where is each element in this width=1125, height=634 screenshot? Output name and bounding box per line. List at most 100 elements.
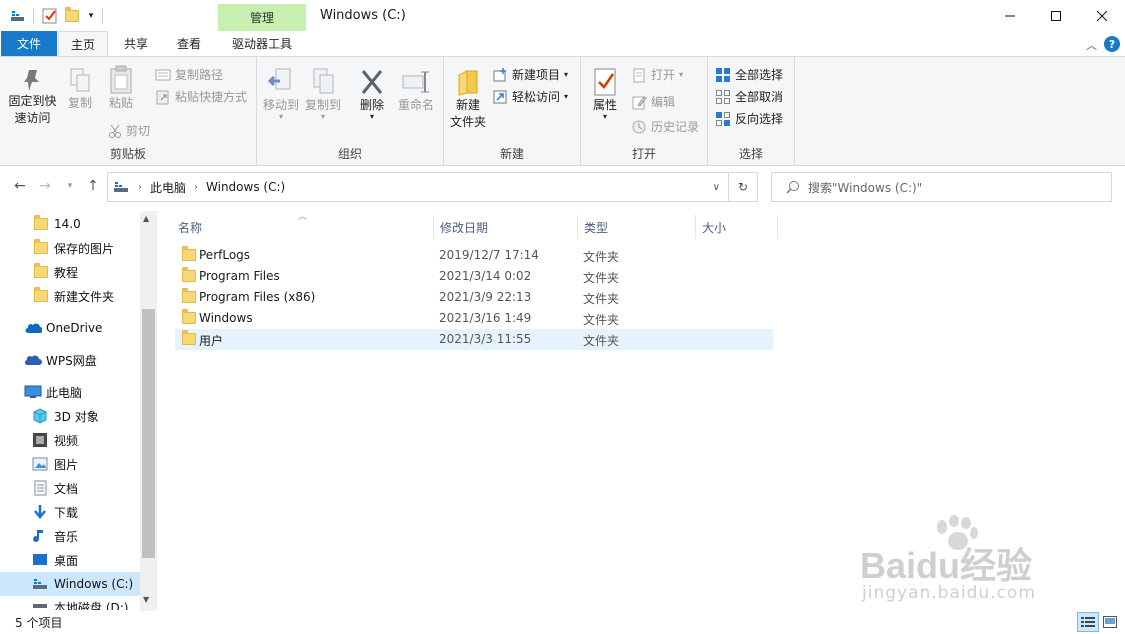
context-tab-manage[interactable]: 管理 — [218, 4, 306, 31]
pin-label-1: 固定到快 — [8, 94, 57, 108]
nav-item[interactable]: 14.0 — [0, 212, 140, 236]
properties-button[interactable]: 属性 ▾ — [587, 67, 623, 121]
collapse-ribbon-icon[interactable]: ︿ — [1086, 37, 1097, 53]
nav-item-this-pc[interactable]: 此电脑 — [0, 380, 140, 404]
recent-locations-button[interactable]: ▾ — [60, 176, 80, 196]
nav-item-label: 14.0 — [54, 217, 81, 231]
large-icons-view-button[interactable] — [1100, 612, 1120, 632]
nav-item[interactable]: 文档 — [0, 476, 140, 500]
nav-item-label: 下载 — [54, 505, 79, 520]
refresh-button[interactable]: ↻ — [729, 172, 758, 202]
music-icon — [33, 530, 43, 543]
nav-item-onedrive[interactable]: OneDrive — [0, 316, 140, 340]
tab-file[interactable]: 文件 — [1, 31, 57, 56]
open-button[interactable]: 打开 ▾ — [631, 66, 683, 83]
copy-to-button[interactable]: 复制到 ▾ — [303, 67, 343, 121]
new-group-label: 新建 — [499, 147, 524, 161]
close-button[interactable] — [1079, 0, 1125, 31]
breadcrumb-this-pc[interactable]: 此电脑 — [150, 179, 186, 196]
select-none-button[interactable]: 全部取消 — [715, 88, 783, 105]
nav-item-label: Windows (C:) — [54, 577, 134, 591]
folder-icon — [34, 239, 48, 254]
nav-item[interactable]: 图片 — [0, 452, 140, 476]
scrollbar-thumb[interactable] — [142, 309, 155, 558]
move-to-button[interactable]: 移动到 ▾ — [261, 67, 301, 121]
help-icon[interactable]: ? — [1104, 36, 1120, 52]
copy-path-button[interactable]: 复制路径 — [155, 66, 223, 83]
table-row[interactable]: Program Files (x86) 2021/3/9 22:13 文件夹 — [175, 287, 773, 308]
watermark-url: jingyan.baidu.com — [862, 583, 1036, 603]
customize-qat-icon[interactable]: ▾ — [84, 6, 98, 26]
tab-home[interactable]: 主页 — [58, 31, 108, 56]
back-button[interactable]: ← — [10, 176, 30, 196]
scroll-down-icon[interactable]: ▼ — [143, 595, 149, 604]
rename-button[interactable]: 重命名 — [394, 67, 438, 114]
drive-icon — [114, 182, 128, 192]
tab-share[interactable]: 共享 — [112, 31, 160, 56]
forward-button[interactable]: → — [35, 176, 55, 196]
minimize-button[interactable] — [987, 0, 1033, 31]
new-group: 新建 文件夹 新建项目 ▾ 轻松访问 ▾ 新建 — [444, 57, 581, 165]
open-icon — [633, 68, 645, 82]
breadcrumb-separator-icon: › — [194, 181, 199, 193]
delete-button[interactable]: 删除 ▾ — [354, 67, 390, 121]
copy-button[interactable]: 复制 — [62, 67, 98, 112]
edit-button[interactable]: 编辑 — [631, 93, 675, 110]
table-row[interactable]: Program Files 2021/3/14 0:02 文件夹 — [175, 266, 773, 287]
nav-item[interactable]: 下载 — [0, 500, 140, 524]
pin-quick-access-button[interactable]: 固定到快 速访问 — [5, 67, 60, 127]
new-folder-button[interactable]: 新建 文件夹 — [446, 67, 490, 131]
nav-item-label: 教程 — [54, 265, 79, 280]
details-view-button[interactable] — [1077, 612, 1099, 632]
file-date: 2019/12/7 17:14 — [439, 248, 539, 262]
file-type: 文件夹 — [583, 250, 620, 264]
nav-item[interactable]: 教程 — [0, 260, 140, 284]
drive-icon — [33, 604, 47, 608]
search-box[interactable]: 搜索"Windows (C:)" — [771, 172, 1112, 202]
table-row[interactable]: PerfLogs 2019/12/7 17:14 文件夹 — [175, 245, 773, 266]
nav-item[interactable]: 视频 — [0, 428, 140, 452]
nav-item[interactable]: 新建文件夹 — [0, 284, 140, 308]
navigation-pane: 14.0 保存的图片 教程 新建文件夹 OneDrive WPS网盘 此电脑 3… — [0, 211, 157, 611]
history-button[interactable]: 历史记录 — [631, 118, 699, 135]
column-header-size[interactable]: 大小 — [696, 215, 778, 239]
nav-scrollbar[interactable]: ▲ ▼ — [140, 211, 157, 611]
breadcrumb-drive-c[interactable]: Windows (C:) — [206, 180, 285, 194]
copy-to-dropdown-icon: ▾ — [320, 112, 325, 121]
properties-icon[interactable] — [40, 6, 60, 26]
tab-drive-tools[interactable]: 驱动器工具 — [218, 31, 306, 56]
folder-icon — [182, 330, 196, 348]
column-header-date[interactable]: 修改日期 — [434, 215, 578, 239]
column-header-type[interactable]: 类型 — [578, 215, 696, 239]
nav-item-selected[interactable]: Windows (C:) — [0, 572, 140, 596]
table-row-selected[interactable]: 用户 2021/3/3 11:55 文件夹 — [175, 329, 773, 350]
open-dropdown-icon: ▾ — [679, 70, 684, 79]
paste-icon — [110, 65, 132, 94]
column-header-name[interactable]: 名称 — [172, 215, 434, 239]
up-button[interactable]: ↑ — [83, 176, 103, 196]
invert-selection-button[interactable]: 反向选择 — [715, 110, 783, 127]
cut-button[interactable]: 剪切 — [108, 122, 150, 139]
nav-item[interactable]: 桌面 — [0, 548, 140, 572]
nav-item[interactable]: 音乐 — [0, 524, 140, 548]
paste-button[interactable]: 粘贴 — [103, 65, 139, 112]
table-row[interactable]: Windows 2021/3/16 1:49 文件夹 — [175, 308, 773, 329]
new-item-button[interactable]: 新建项目 ▾ — [492, 66, 568, 83]
address-dropdown-icon[interactable]: ∨ — [713, 182, 720, 193]
easy-access-button[interactable]: 轻松访问 ▾ — [492, 88, 568, 105]
easy-access-icon — [493, 90, 507, 103]
file-name: Program Files — [199, 269, 280, 283]
nav-item[interactable]: 本地磁盘 (D:) — [0, 596, 140, 610]
paste-shortcut-button[interactable]: 粘贴快捷方式 — [155, 88, 247, 105]
select-all-button[interactable]: 全部选择 — [715, 66, 783, 83]
drive-icon[interactable] — [6, 6, 28, 26]
nav-item[interactable]: 保存的图片 — [0, 236, 140, 260]
new-folder-icon[interactable] — [63, 6, 81, 26]
nav-item[interactable]: 3D 对象 — [0, 404, 140, 428]
address-bar[interactable]: › 此电脑 › Windows (C:) ∨ — [107, 172, 729, 202]
tab-view[interactable]: 查看 — [164, 31, 214, 56]
delete-dropdown-icon: ▾ — [369, 112, 374, 121]
nav-item-wps[interactable]: WPS网盘 — [0, 348, 140, 372]
scroll-up-icon[interactable]: ▲ — [143, 214, 149, 223]
maximize-button[interactable] — [1033, 0, 1079, 31]
